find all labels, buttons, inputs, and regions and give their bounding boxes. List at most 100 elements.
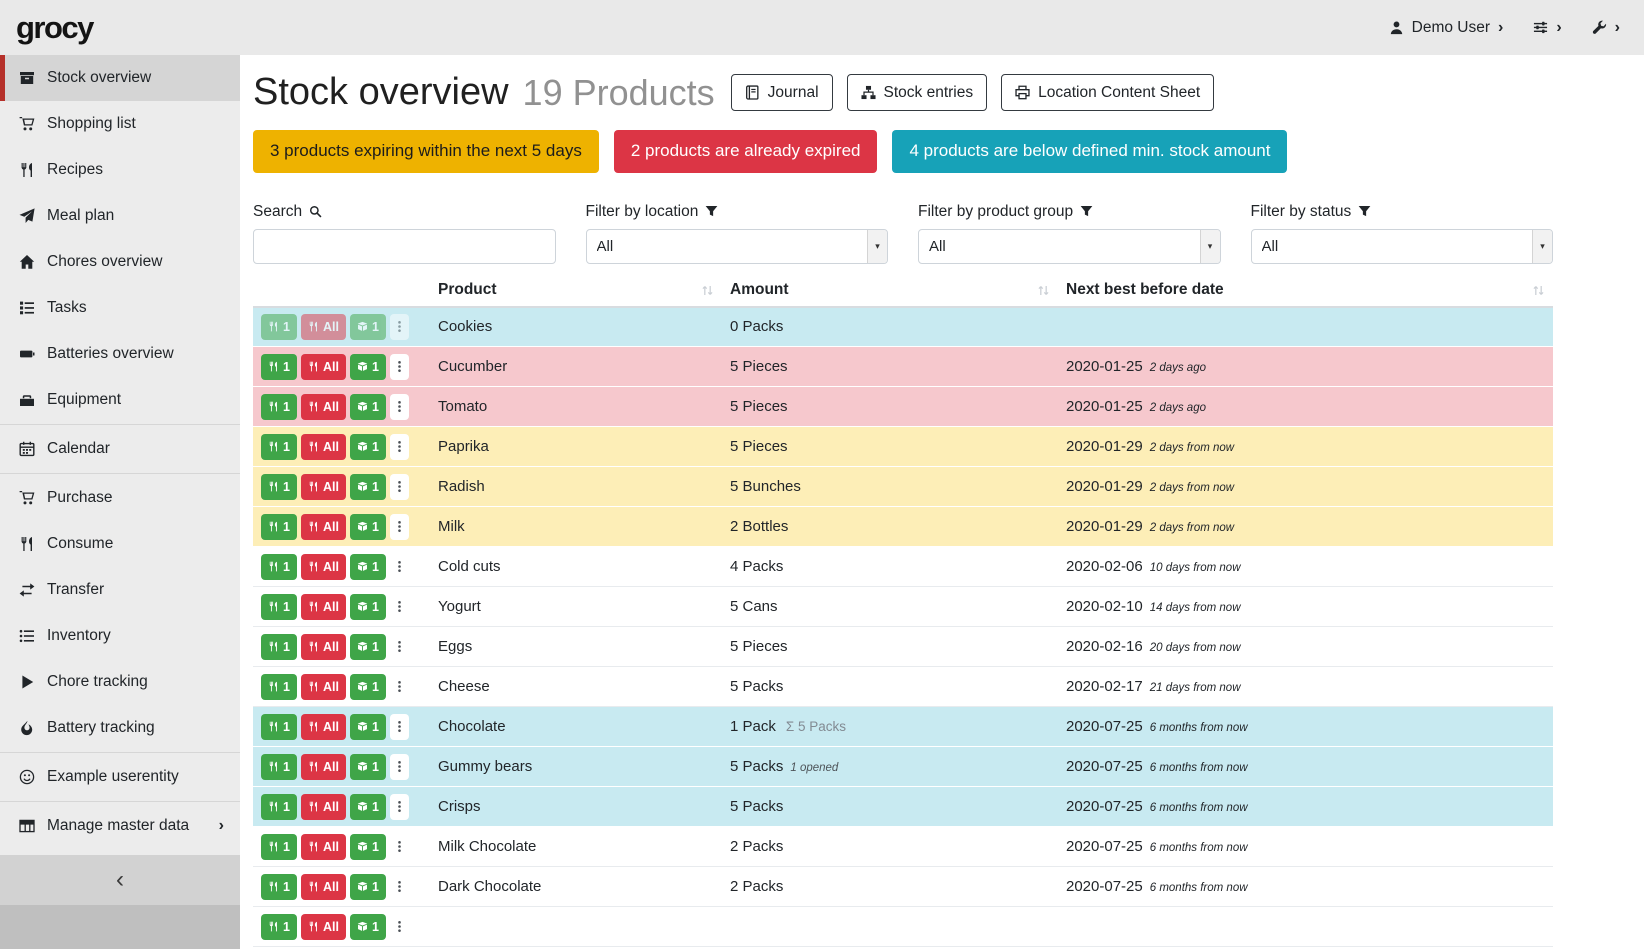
sidebar-collapse-button[interactable]: ‹ — [0, 855, 240, 905]
row-menu-button[interactable] — [390, 914, 409, 940]
consume-one-button[interactable]: 1 — [261, 874, 297, 900]
consume-one-button[interactable]: 1 — [261, 794, 297, 820]
open-one-button[interactable]: 1 — [350, 394, 386, 420]
consume-all-button[interactable]: All — [301, 394, 346, 420]
row-menu-button[interactable] — [390, 634, 409, 660]
sidebar-item-manage-master-data[interactable]: Manage master data › — [0, 803, 240, 849]
location-content-sheet-button[interactable]: Location Content Sheet — [1001, 74, 1214, 111]
consume-one-button[interactable]: 1 — [261, 634, 297, 660]
open-one-button[interactable]: 1 — [350, 754, 386, 780]
consume-one-button[interactable]: 1 — [261, 314, 297, 340]
consume-one-button[interactable]: 1 — [261, 594, 297, 620]
consume-all-button[interactable]: All — [301, 474, 346, 500]
journal-button[interactable]: Journal — [731, 74, 833, 111]
consume-all-button[interactable]: All — [301, 314, 346, 340]
row-menu-button[interactable] — [390, 714, 409, 740]
consume-one-button[interactable]: 1 — [261, 554, 297, 580]
row-menu-button[interactable] — [390, 314, 409, 340]
column-header-product[interactable]: Product — [430, 276, 722, 307]
open-one-button[interactable]: 1 — [350, 594, 386, 620]
expired-alert[interactable]: 2 products are already expired — [614, 130, 878, 173]
consume-one-button[interactable]: 1 — [261, 714, 297, 740]
open-one-button[interactable]: 1 — [350, 434, 386, 460]
sidebar-item-battery-tracking[interactable]: Battery tracking — [0, 705, 240, 751]
consume-one-button[interactable]: 1 — [261, 754, 297, 780]
expiring-alert[interactable]: 3 products expiring within the next 5 da… — [253, 130, 599, 173]
consume-all-button[interactable]: All — [301, 914, 346, 940]
consume-one-button[interactable]: 1 — [261, 514, 297, 540]
consume-one-button[interactable]: 1 — [261, 474, 297, 500]
sidebar-item-meal-plan[interactable]: Meal plan — [0, 193, 240, 239]
consume-one-button[interactable]: 1 — [261, 834, 297, 860]
location-filter-select[interactable]: All — [586, 229, 889, 264]
row-menu-button[interactable] — [390, 874, 409, 900]
open-one-button[interactable]: 1 — [350, 834, 386, 860]
consume-one-button[interactable]: 1 — [261, 674, 297, 700]
open-one-button[interactable]: 1 — [350, 914, 386, 940]
open-one-button[interactable]: 1 — [350, 314, 386, 340]
sidebar-item-stock-overview[interactable]: Stock overview — [0, 55, 240, 101]
consume-all-button[interactable]: All — [301, 514, 346, 540]
open-one-button[interactable]: 1 — [350, 354, 386, 380]
open-one-button[interactable]: 1 — [350, 794, 386, 820]
column-header-amount[interactable]: Amount — [722, 276, 1058, 307]
column-header-date[interactable]: Next best before date — [1058, 276, 1553, 307]
sidebar-item-consume[interactable]: Consume — [0, 521, 240, 567]
open-one-button[interactable]: 1 — [350, 474, 386, 500]
consume-all-button[interactable]: All — [301, 834, 346, 860]
consume-all-button[interactable]: All — [301, 754, 346, 780]
consume-all-button[interactable]: All — [301, 674, 346, 700]
sidebar-item-chores-overview[interactable]: Chores overview — [0, 239, 240, 285]
sidebar-item-tasks[interactable]: Tasks — [0, 285, 240, 331]
sort-icon[interactable] — [701, 284, 714, 299]
sidebar-item-recipes[interactable]: Recipes — [0, 147, 240, 193]
consume-all-button[interactable]: All — [301, 594, 346, 620]
search-input[interactable] — [253, 229, 556, 264]
sidebar-item-calendar[interactable]: Calendar — [0, 426, 240, 472]
sidebar-item-transfer[interactable]: Transfer — [0, 567, 240, 613]
open-one-button[interactable]: 1 — [350, 514, 386, 540]
open-one-button[interactable]: 1 — [350, 554, 386, 580]
sidebar-item-batteries-overview[interactable]: Batteries overview — [0, 331, 240, 377]
sidebar-item-inventory[interactable]: Inventory — [0, 613, 240, 659]
row-menu-button[interactable] — [390, 554, 409, 580]
consume-all-button[interactable]: All — [301, 794, 346, 820]
sort-icon[interactable] — [1037, 284, 1050, 299]
row-menu-button[interactable] — [390, 754, 409, 780]
admin-menu[interactable]: › — [1592, 20, 1620, 36]
sidebar-item-purchase[interactable]: Purchase — [0, 475, 240, 521]
consume-all-button[interactable]: All — [301, 554, 346, 580]
row-menu-button[interactable] — [390, 674, 409, 700]
status-filter-select[interactable]: All — [1251, 229, 1554, 264]
row-menu-button[interactable] — [390, 834, 409, 860]
consume-all-button[interactable]: All — [301, 714, 346, 740]
row-menu-button[interactable] — [390, 434, 409, 460]
open-one-button[interactable]: 1 — [350, 714, 386, 740]
row-menu-button[interactable] — [390, 394, 409, 420]
open-one-button[interactable]: 1 — [350, 634, 386, 660]
app-logo[interactable]: grocy — [16, 10, 93, 46]
row-menu-button[interactable] — [390, 514, 409, 540]
consume-all-button[interactable]: All — [301, 354, 346, 380]
row-menu-button[interactable] — [390, 594, 409, 620]
row-menu-button[interactable] — [390, 354, 409, 380]
below-min-stock-alert[interactable]: 4 products are below defined min. stock … — [892, 130, 1287, 173]
sidebar-item-example-userentity[interactable]: Example userentity — [0, 754, 240, 800]
sort-icon[interactable] — [1532, 284, 1545, 299]
consume-all-button[interactable]: All — [301, 874, 346, 900]
consume-all-button[interactable]: All — [301, 634, 346, 660]
row-menu-button[interactable] — [390, 794, 409, 820]
sidebar-item-equipment[interactable]: Equipment — [0, 377, 240, 423]
user-menu[interactable]: Demo User › — [1389, 19, 1504, 37]
consume-one-button[interactable]: 1 — [261, 354, 297, 380]
consume-one-button[interactable]: 1 — [261, 394, 297, 420]
consume-one-button[interactable]: 1 — [261, 914, 297, 940]
open-one-button[interactable]: 1 — [350, 674, 386, 700]
consume-all-button[interactable]: All — [301, 434, 346, 460]
open-one-button[interactable]: 1 — [350, 874, 386, 900]
row-menu-button[interactable] — [390, 474, 409, 500]
product-group-filter-select[interactable]: All — [918, 229, 1221, 264]
consume-one-button[interactable]: 1 — [261, 434, 297, 460]
stock-entries-button[interactable]: Stock entries — [847, 74, 988, 111]
sidebar-item-chore-tracking[interactable]: Chore tracking — [0, 659, 240, 705]
